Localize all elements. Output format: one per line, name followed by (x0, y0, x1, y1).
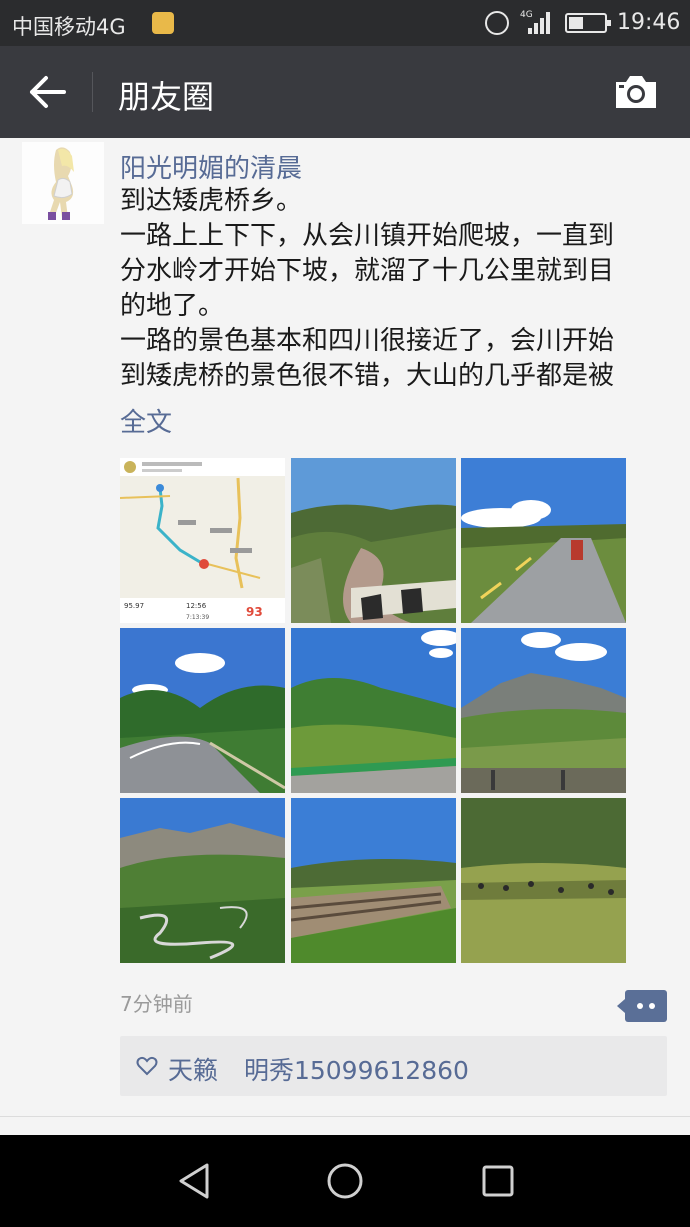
post-text-line: 的地了。 (120, 291, 225, 321)
page-title: 朋友圈 (118, 78, 215, 116)
map-stat-distance: 95.97 (124, 602, 144, 610)
post-text-line: 一路上上下下，从会川镇开始爬坡，一直到 (120, 221, 615, 251)
like-user[interactable]: 明秀15099612860 (244, 1056, 469, 1085)
title-divider (92, 72, 93, 112)
feed-divider (0, 1116, 690, 1117)
expand-full-text-link[interactable]: 全文 (120, 402, 172, 439)
photo-rocky-peaks[interactable] (461, 628, 626, 793)
map-stat-duration: 7:13:39 (186, 614, 209, 621)
map-stat-score: 93 (246, 605, 263, 619)
title-bar: 朋友圈 (0, 46, 690, 138)
likes-box: 天籁 明秀15099612860 (120, 1036, 667, 1096)
avatar[interactable] (22, 142, 104, 224)
post-text: 到达矮虎桥乡。 一路上上下下，从会川镇开始爬坡，一直到 分水岭才开始下坡，就溜了… (120, 184, 675, 394)
back-arrow-icon[interactable] (28, 74, 68, 110)
alarm-icon (485, 11, 509, 35)
moments-feed: 阳光明媚的清晨 到达矮虎桥乡。 一路上上下下，从会川镇开始爬坡，一直到 分水岭才… (0, 138, 690, 1124)
photo-map-screenshot[interactable]: 95.97 12:56 7:13:39 93 (120, 458, 285, 623)
photo-river-valley[interactable] (291, 458, 456, 623)
triangle-back-icon[interactable] (175, 1161, 215, 1201)
battery-icon (565, 13, 611, 33)
photo-switchback-road[interactable] (120, 798, 285, 963)
wifi-hotspot-icon (152, 12, 174, 34)
likes-names: 天籁 明秀15099612860 (168, 1051, 487, 1087)
photo-mountain-road[interactable] (120, 628, 285, 793)
like-user[interactable]: 天籁 (168, 1056, 218, 1085)
author-name[interactable]: 阳光明媚的清晨 (120, 148, 302, 185)
comment-dots-icon[interactable] (617, 990, 667, 1022)
heart-outline-icon (136, 1056, 158, 1076)
carrier-label: 中国移动4G (12, 15, 126, 39)
camera-icon[interactable] (612, 74, 660, 110)
circle-home-icon[interactable] (325, 1161, 365, 1201)
network-type-label: 4G (520, 10, 533, 20)
photo-green-hills[interactable] (291, 628, 456, 793)
map-stat-speed: 12:56 (186, 602, 207, 610)
signal-icon: 4G (520, 10, 550, 34)
post-time: 7分钟前 (120, 992, 193, 1016)
post-text-line: 到矮虎桥的景色很不错，大山的几乎都是被 (120, 361, 615, 391)
post-text-line: 一路的景色基本和四川很接近了，会川开始 (120, 326, 615, 356)
square-recents-icon[interactable] (478, 1161, 518, 1201)
photo-road-clouds[interactable] (461, 458, 626, 623)
photo-terraced-field[interactable] (291, 798, 456, 963)
post-text-line: 分水岭才开始下坡，就溜了十几公里就到目 (120, 256, 615, 286)
photo-grazing-yaks[interactable] (461, 798, 626, 963)
clock: 19:46 (617, 10, 681, 35)
system-nav-bar (0, 1135, 690, 1227)
post-text-line: 到达矮虎桥乡。 (120, 186, 303, 216)
status-bar: 中国移动4G 4G 19:46 (0, 0, 690, 46)
map-app-icon (124, 461, 136, 473)
